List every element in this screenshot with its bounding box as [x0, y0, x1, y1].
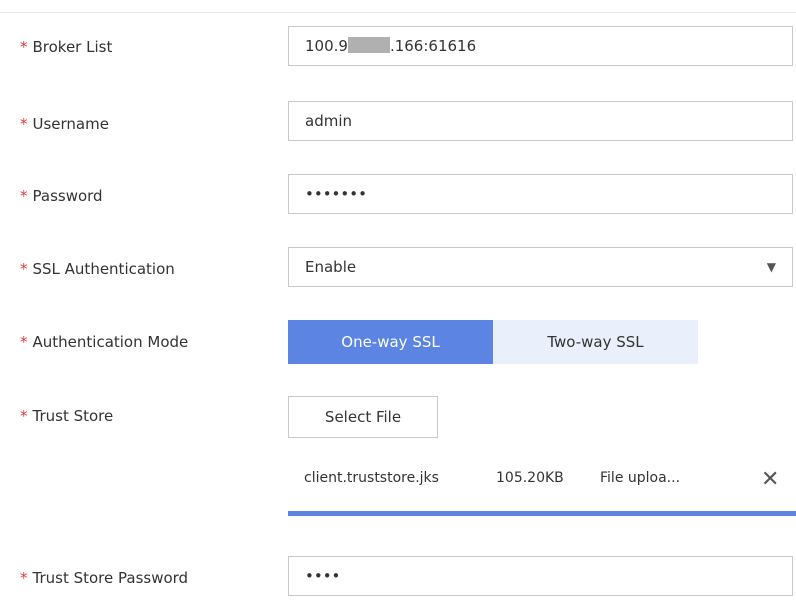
uploaded-file-item: client.truststore.jks 105.20KB File uplo…	[288, 466, 796, 496]
username-input[interactable]: admin	[288, 101, 793, 141]
username-label: * Username	[20, 115, 109, 133]
close-icon[interactable]: ✕	[761, 466, 779, 494]
required-mark: *	[20, 115, 28, 133]
required-mark: *	[20, 333, 28, 351]
one-way-ssl-option[interactable]: One-way SSL	[288, 320, 493, 364]
password-label: * Password	[20, 187, 103, 205]
required-mark: *	[20, 569, 28, 587]
select-file-button[interactable]: Select File	[288, 396, 438, 438]
upload-progress-bar	[288, 511, 796, 516]
two-way-ssl-option[interactable]: Two-way SSL	[493, 320, 698, 364]
top-divider	[0, 12, 796, 13]
authentication-mode-label: * Authentication Mode	[20, 333, 189, 351]
password-input[interactable]: •••••••	[288, 174, 793, 214]
upload-progress-fill	[288, 511, 796, 516]
ssl-authentication-label: * SSL Authentication	[20, 260, 175, 278]
redacted-block	[347, 37, 390, 53]
file-size: 105.20KB	[496, 470, 564, 486]
caret-down-icon: ▼	[766, 260, 776, 274]
authentication-mode-toggle: One-way SSL Two-way SSL	[288, 320, 698, 364]
required-mark: *	[20, 187, 28, 205]
ssl-authentication-select[interactable]: Enable ▼	[288, 247, 793, 287]
file-name: client.truststore.jks	[304, 470, 439, 486]
required-mark: *	[20, 407, 28, 425]
trust-store-password-input[interactable]: ••••	[288, 556, 793, 596]
required-mark: *	[20, 38, 28, 56]
trust-store-label: * Trust Store	[20, 407, 114, 425]
broker-list-input[interactable]: 100.9.166:61616	[288, 26, 793, 66]
file-status: File uploa...	[600, 470, 681, 486]
broker-list-label: * Broker List	[20, 38, 113, 56]
trust-store-password-label: * Trust Store Password	[20, 569, 189, 587]
required-mark: *	[20, 260, 28, 278]
